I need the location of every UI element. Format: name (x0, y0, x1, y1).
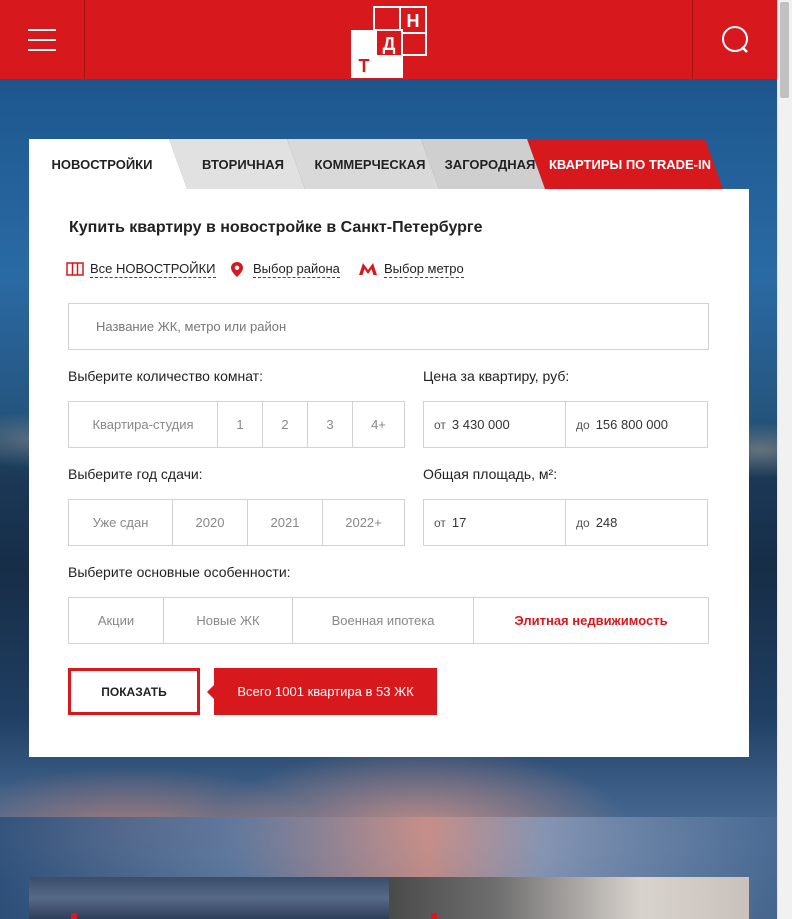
price-to-prefix: до (576, 417, 590, 432)
search-icon (722, 26, 748, 53)
hamburger-icon (28, 49, 56, 51)
logo-letter-n: Н (407, 11, 420, 31)
area-from-prefix: от (434, 515, 446, 530)
tab-zagorodnaya[interactable]: ЗАГОРОДНАЯ (421, 139, 545, 189)
link-district[interactable]: Выбор района (230, 259, 340, 279)
price-from-field[interactable]: от 3 430 000 (423, 401, 566, 448)
scrollbar-thumb[interactable] (780, 2, 789, 98)
columns-icon (66, 262, 84, 276)
search-input[interactable] (68, 303, 709, 350)
year-label: Выберите год сдачи: (68, 466, 203, 482)
feature-option-elite[interactable]: Элитная недвижимость (474, 598, 708, 643)
link-metro-label[interactable]: Выбор метро (384, 261, 464, 278)
rooms-option-4plus[interactable]: 4+ (353, 402, 404, 447)
area-to-field[interactable]: до 248 (565, 499, 708, 546)
logo-letter-d: Д (383, 34, 396, 54)
rooms-option-1[interactable]: 1 (218, 402, 263, 447)
logo[interactable]: Н Д Т (350, 6, 428, 78)
tab-kommercheskaya[interactable]: КОММЕРЧЕСКАЯ (287, 139, 439, 189)
rooms-option-2[interactable]: 2 (263, 402, 308, 447)
show-button[interactable]: ПОКАЗАТЬ (68, 668, 200, 715)
tab-vtorichnaya[interactable]: ВТОРИЧНАЯ (169, 139, 305, 189)
rooms-option-studio[interactable]: Квартира-студия (69, 402, 218, 447)
search-panel: Купить квартиру в новостройке в Санкт-Пе… (29, 189, 749, 757)
price-label: Цена за квартиру, руб: (423, 368, 570, 384)
card-accent (71, 913, 77, 919)
area-from-value[interactable]: 17 (452, 515, 466, 530)
promo-card-handshake[interactable] (389, 877, 749, 919)
tab-novostroyki[interactable]: НОВОСТРОЙКИ (29, 139, 187, 189)
price-from-value[interactable]: 3 430 000 (452, 417, 510, 432)
price-to-field[interactable]: до 156 800 000 (565, 401, 708, 448)
hamburger-icon (28, 29, 56, 31)
site-header: Н Д Т (0, 0, 777, 79)
rooms-label: Выберите количество комнат: (68, 368, 263, 384)
year-option-done[interactable]: Уже сдан (69, 500, 173, 545)
year-selector: Уже сдан 2020 2021 2022+ (68, 499, 405, 546)
map-pin-icon (231, 261, 243, 277)
feature-option-promo[interactable]: Акции (69, 598, 164, 643)
page-title: Купить квартиру в новостройке в Санкт-Пе… (69, 219, 483, 236)
menu-button[interactable] (0, 0, 85, 79)
result-count-badge: Всего 1001 квартира в 53 ЖК (207, 668, 437, 715)
link-all-new[interactable]: Все НОВОСТРОЙКИ (66, 259, 216, 279)
search-button[interactable] (692, 0, 777, 79)
area-from-field[interactable]: от 17 (423, 499, 566, 546)
year-option-2021[interactable]: 2021 (248, 500, 323, 545)
tab-trade-in[interactable]: КВАРТИРЫ ПО TRADE-IN (527, 139, 723, 189)
card-accent (431, 913, 437, 919)
link-metro[interactable]: Выбор метро (358, 259, 464, 279)
year-option-2022plus[interactable]: 2022+ (323, 500, 404, 545)
metro-icon (359, 263, 377, 275)
category-tabs: НОВОСТРОЙКИ ВТОРИЧНАЯ КОММЕРЧЕСКАЯ ЗАГОР… (29, 139, 749, 189)
area-to-value[interactable]: 248 (596, 515, 618, 530)
year-option-2020[interactable]: 2020 (173, 500, 248, 545)
price-from-prefix: от (434, 417, 446, 432)
promo-card-city[interactable] (29, 877, 389, 919)
area-label: Общая площадь, м²: (423, 466, 558, 482)
features-selector: Акции Новые ЖК Военная ипотека Элитная н… (68, 597, 709, 644)
logo-icon: Н Д Т (351, 6, 427, 78)
area-to-prefix: до (576, 515, 590, 530)
rooms-option-3[interactable]: 3 (308, 402, 353, 447)
link-district-label[interactable]: Выбор района (253, 261, 340, 278)
features-label: Выберите основные особенности: (68, 564, 291, 580)
scrollbar[interactable] (777, 0, 792, 919)
rooms-selector: Квартира-студия 1 2 3 4+ (68, 401, 405, 448)
link-all-new-label[interactable]: Все НОВОСТРОЙКИ (90, 261, 216, 278)
logo-letter-t: Т (359, 56, 370, 76)
hamburger-icon (28, 39, 56, 41)
feature-option-military-mortgage[interactable]: Военная ипотека (293, 598, 474, 643)
feature-option-new[interactable]: Новые ЖК (164, 598, 293, 643)
price-to-value[interactable]: 156 800 000 (596, 417, 668, 432)
